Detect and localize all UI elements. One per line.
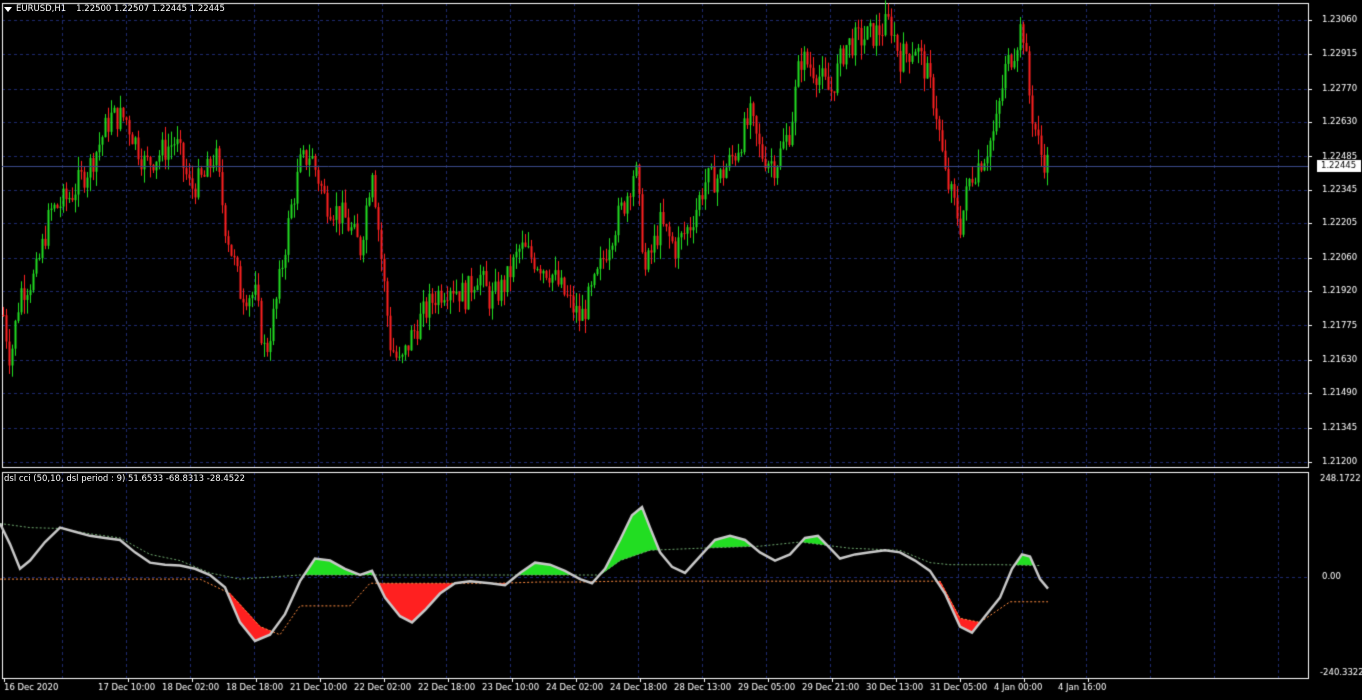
indicator-label: dsl cci (50,10, dsl period : 9) 51.6533 …: [4, 474, 245, 484]
ohlc-values: 1.22500 1.22507 1.22445 1.22445: [76, 4, 225, 14]
collapse-triangle-icon[interactable]: [4, 6, 12, 12]
symbol-header: EURUSD,H1 1.22500 1.22507 1.22445 1.2244…: [4, 4, 225, 14]
chart-canvas[interactable]: [0, 0, 1362, 700]
symbol-label: EURUSD,H1: [16, 4, 67, 14]
